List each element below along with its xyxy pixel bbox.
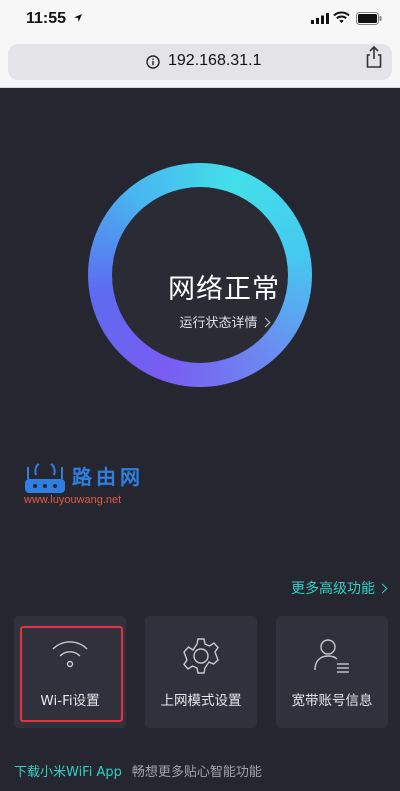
url-text: 192.168.31.1 [168, 52, 262, 69]
watermark-url: www.luyouwang.net [24, 494, 122, 506]
more-features-label: 更多高级功能 [291, 581, 375, 597]
share-icon[interactable] [363, 44, 385, 70]
clock: 11:55 [26, 10, 67, 27]
user-account-icon [276, 636, 388, 678]
broadband-account-label: 宽带账号信息 [291, 693, 373, 709]
info-icon [146, 55, 160, 69]
more-features-link[interactable]: 更多高级功能 [291, 578, 388, 598]
status-details-link[interactable]: 运行状态详情 [112, 312, 336, 331]
location-arrow-icon [74, 14, 82, 22]
battery-icon [356, 12, 382, 25]
network-status-ring[interactable]: 网络正常 运行状态详情 [88, 163, 312, 387]
highlight-annotation [20, 626, 123, 722]
status-details-label: 运行状态详情 [179, 316, 258, 331]
chevron-right-icon [260, 317, 270, 328]
footer-description: 畅想更多贴心智能功能 [131, 765, 262, 780]
internet-mode-tile[interactable]: 上网模式设置 [145, 616, 257, 728]
footer: 下载小米WiFi App 畅想更多贴心智能功能 [14, 761, 262, 780]
internet-mode-label: 上网模式设置 [160, 693, 242, 709]
ring-center: 网络正常 运行状态详情 [112, 187, 288, 363]
gear-icon [145, 636, 257, 680]
broadband-account-tile[interactable]: 宽带账号信息 [276, 616, 388, 728]
download-app-link[interactable]: 下载小米WiFi App [14, 765, 122, 780]
cellular-signal-icon [311, 13, 329, 24]
chevron-right-icon [377, 583, 388, 594]
status-bar: 11:55 [0, 0, 400, 38]
browser-address-bar: 192.168.31.1 [0, 38, 400, 88]
watermark-text: 路由网 [72, 465, 144, 489]
wifi-status-icon [333, 11, 350, 23]
router-admin-page: 网络正常 运行状态详情 路由网 www.luyouwang.net 更多高级功能… [0, 89, 400, 791]
url-field[interactable]: 192.168.31.1 [8, 44, 392, 80]
network-status-title: 网络正常 [168, 274, 280, 305]
